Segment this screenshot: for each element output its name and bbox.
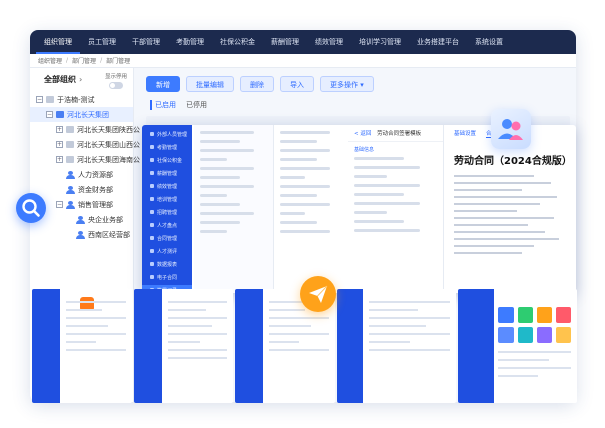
overlay-menu-item[interactable]: 合同管理 (142, 233, 192, 246)
search-icon[interactable] (16, 193, 46, 223)
delete-button[interactable]: 删除 (240, 76, 274, 92)
nav-item[interactable]: 社保公积金 (212, 30, 263, 54)
breadcrumb-separator: / (66, 57, 69, 64)
nav-item[interactable]: 考勤管理 (168, 30, 212, 54)
department-icon (66, 156, 74, 163)
tree-node[interactable]: + 河北长天集团山西公 (30, 137, 140, 152)
overlay-menu-item[interactable]: 考勤管理 (142, 142, 192, 155)
tree-node-label: 河北长天集团陕西公 (77, 125, 140, 134)
mini-screen-1 (32, 289, 132, 403)
tree-node[interactable]: 西南区经营部 (30, 227, 133, 242)
sidebar-title-text: 全部组织 (44, 74, 76, 84)
tree-node-label: 河北长天集团 (67, 110, 109, 119)
nav-item[interactable]: 干部管理 (124, 30, 168, 54)
department-icon (66, 126, 74, 133)
show-disabled-toggle[interactable]: 显示停用 (103, 72, 129, 89)
overlay-menu-item[interactable]: 人才测评 (142, 246, 192, 259)
expand-icon[interactable]: + (56, 126, 63, 133)
person-icon (66, 185, 75, 194)
department-icon (66, 141, 74, 148)
tree-node-label: 人力资源部 (78, 170, 113, 179)
breadcrumb-separator: / (100, 57, 103, 64)
overlay-menu-item[interactable]: 数据报表 (142, 259, 192, 272)
editor-title: 劳动合同签署模板 (377, 131, 422, 137)
tree-node[interactable]: + 河北长天集团海南公 (30, 152, 140, 167)
mini-screen-2 (133, 289, 234, 403)
toggle-label: 显示停用 (104, 74, 127, 80)
nav-item[interactable]: 员工管理 (80, 30, 124, 54)
mini-screen-dashboard (458, 289, 577, 403)
nav-item[interactable]: 业务搭建平台 (409, 30, 467, 54)
breadcrumb: 组织管理 / 部门管理 / 部门管理 (30, 54, 576, 68)
person-icon (66, 170, 75, 179)
editor-header: < 返回 劳动合同签署模板 (348, 125, 443, 142)
top-navigation: 组织管理 员工管理 干部管理 考勤管理 社保公积金 薪酬管理 绩效管理 培训学习管理 业务搭建平… (30, 30, 576, 54)
collapse-icon[interactable]: − (46, 111, 53, 118)
overlay-template-editor: < 返回 劳动合同签署模板 基础信息 (348, 125, 444, 293)
tree-node[interactable]: 人力资源部 (30, 167, 133, 182)
tree-node-label: 于浩楠-测试 (57, 95, 95, 104)
department-icon (46, 96, 54, 103)
person-icon (66, 200, 75, 209)
overlay-menu-item[interactable]: 薪酬管理 (142, 168, 192, 181)
doc-title: 劳动合同（2024合规版） (454, 156, 572, 167)
status-tabs: 已启用 已停用 (140, 92, 576, 110)
tree-node[interactable]: − 于浩楠-测试 (30, 92, 133, 107)
nav-item[interactable]: 组织管理 (36, 30, 80, 54)
overlay-menu-item[interactable]: 社保公积金 (142, 155, 192, 168)
editor-section-title: 基础信息 (354, 147, 375, 153)
import-button[interactable]: 导入 (280, 76, 314, 92)
breadcrumb-item[interactable]: 部门管理 (72, 56, 96, 65)
tree-node-label: 河北长天集团山西公 (77, 140, 140, 149)
tree-node[interactable]: − 河北长天集团 (30, 107, 133, 122)
tree-node-label: 销售管理部 (78, 200, 113, 209)
more-actions-button[interactable]: 更多操作 ▾ (320, 76, 374, 92)
person-icon (76, 230, 85, 239)
expand-icon[interactable]: + (56, 141, 63, 148)
doc-tab[interactable]: 基础设置 (454, 129, 476, 138)
overlay-document-preview: 基础设置合同模板 劳动合同（2024合规版） (446, 125, 576, 293)
overlay-menu-item[interactable]: 电子合同 (142, 272, 192, 285)
nav-item[interactable]: 系统设置 (467, 30, 511, 54)
overlay-field-grid (276, 125, 346, 293)
expand-icon[interactable]: + (56, 156, 63, 163)
collapse-icon[interactable]: − (56, 201, 63, 208)
dashboard-tiles (498, 307, 571, 343)
department-icon (56, 111, 64, 118)
tree-node-label: 西南区经营部 (88, 230, 130, 239)
batch-edit-button[interactable]: 批量编辑 (186, 76, 234, 92)
overlay-menu-item[interactable]: 外部人员管理 (142, 129, 192, 142)
mini-screen-4 (336, 289, 457, 403)
status-tab[interactable]: 已启用 (150, 100, 176, 110)
status-tab[interactable]: 已停用 (186, 100, 207, 110)
users-icon (491, 109, 531, 149)
tree-node-label: 资金财务部 (78, 185, 113, 194)
toolbar: 新增 批量编辑 删除 导入 更多操作 ▾ (140, 68, 576, 92)
collapse-icon[interactable]: − (36, 96, 43, 103)
breadcrumb-item[interactable]: 部门管理 (106, 56, 130, 65)
tree-node-label: 河北长天集团海南公 (77, 155, 140, 164)
paper-plane-icon (300, 276, 336, 312)
tree-node[interactable]: + 河北长天集团陕西公 (30, 122, 140, 137)
overlay-form-panel (194, 125, 274, 293)
breadcrumb-item[interactable]: 组织管理 (38, 56, 62, 65)
overlay-menu-item[interactable]: 培训管理 (142, 194, 192, 207)
overlay-side-menu: 外部人员管理 考勤管理 社保公积金 薪酬管理 绩效管理 培训管理 招聘管理 人才盘点 合同管理人… (142, 125, 192, 293)
contract-screenshot: 外部人员管理 考勤管理 社保公积金 薪酬管理 绩效管理 培训管理 招聘管理 人才盘点 合同管理人… (142, 125, 576, 293)
tree-node-label: 央企业务部 (88, 215, 123, 224)
nav-item[interactable]: 薪酬管理 (263, 30, 307, 54)
overlay-menu-item[interactable]: 招聘管理 (142, 207, 192, 220)
chevron-right-icon: › (79, 74, 83, 84)
nav-item[interactable]: 培训学习管理 (351, 30, 409, 54)
overlay-menu-item[interactable]: 绩效管理 (142, 181, 192, 194)
overlay-menu-item[interactable]: 人才盘点 (142, 220, 192, 233)
nav-item[interactable]: 绩效管理 (307, 30, 351, 54)
add-button[interactable]: 新增 (146, 76, 180, 92)
stage: 组织管理 员工管理 干部管理 考勤管理 社保公积金 薪酬管理 绩效管理 培训学习管理 业务搭建平… (0, 0, 605, 428)
person-icon (76, 215, 85, 224)
back-link[interactable]: < 返回 (354, 131, 371, 137)
toggle-switch[interactable] (109, 82, 123, 89)
